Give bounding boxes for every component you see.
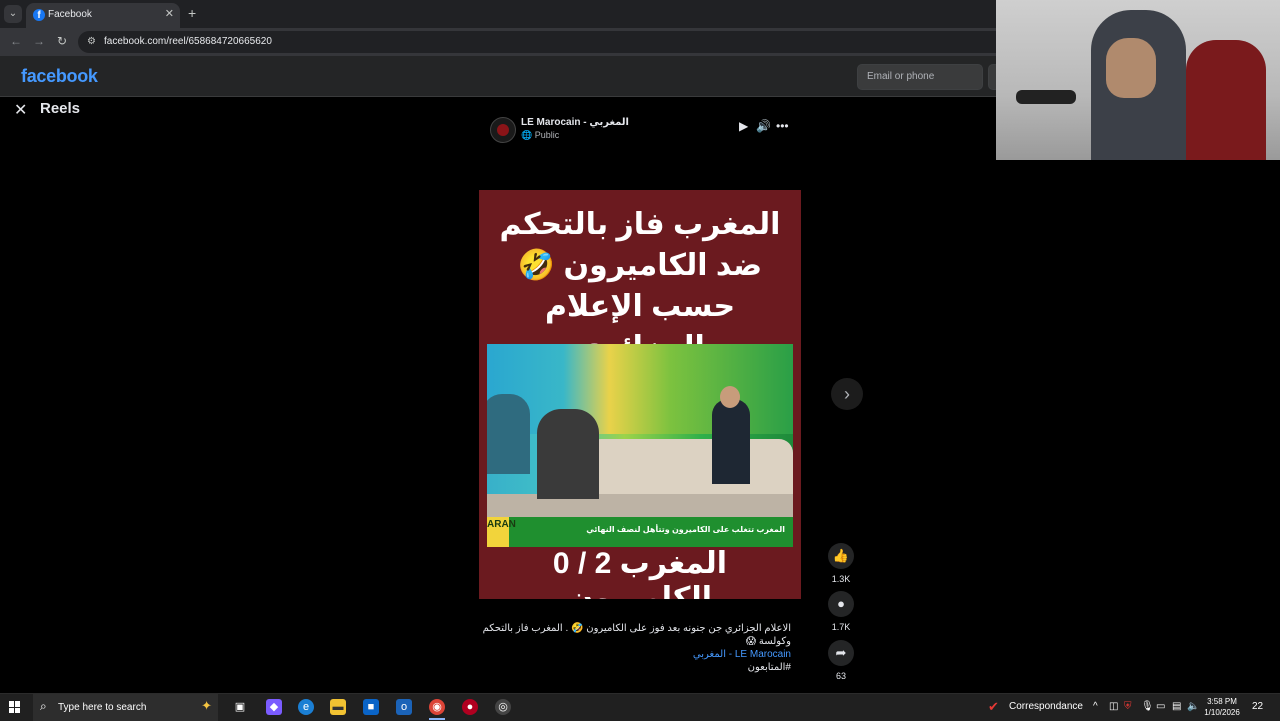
tab-title: Facebook [48, 9, 92, 20]
like-action[interactable]: 👍 1.3K [828, 543, 854, 584]
forward-icon[interactable]: → [33, 34, 45, 48]
weather-label[interactable]: Correspondance [1009, 701, 1083, 712]
show-hidden-icons-icon[interactable]: ^ [1093, 701, 1098, 712]
display-icon[interactable]: ▭ [1156, 701, 1165, 712]
notification-count: 22 [1252, 701, 1264, 712]
presenter-head [720, 386, 740, 408]
back-icon[interactable]: ← [10, 34, 22, 48]
page-title: Reels [40, 100, 81, 117]
taskbar-search[interactable]: ⌕ Type here to search ✦ [33, 694, 218, 721]
studio-floor [487, 494, 793, 517]
comment-action[interactable]: ● 1.7K [828, 591, 854, 632]
reel-video[interactable]: المغرب فاز بالتحكم ضد الكاميرون 🤣 حسب ال… [479, 190, 801, 599]
tab-search-chevron-icon[interactable]: ⌄ [4, 5, 22, 23]
caption-author-link[interactable]: LE Marocain - المغربي [460, 648, 791, 661]
site-info-icon[interactable]: ⚙ [87, 36, 96, 47]
notification-icon[interactable]: 22 [1252, 701, 1263, 712]
url-text[interactable]: facebook.com/reel/658684720665620 [104, 36, 272, 47]
share-action[interactable]: ➦ 63 [828, 640, 854, 681]
file-explorer-icon[interactable]: ▬ [330, 699, 346, 715]
tab-facebook[interactable]: f Facebook ✕ [26, 3, 180, 28]
windows-taskbar: ⌕ Type here to search ✦ ▣ ◆ e ▬ ■ o ◉ ● … [0, 693, 1280, 721]
clock-date: 1/10/2026 [1204, 708, 1240, 717]
microphone-icon[interactable]: 🎙 [1141, 701, 1154, 712]
channel-logo: ARAN [487, 517, 516, 547]
clock-time: 3:58 PM [1207, 697, 1237, 706]
start-windows-icon[interactable] [9, 701, 21, 713]
outlook-icon[interactable]: o [396, 699, 412, 715]
news-ticker: ARAN المغرب تتغلب على الكاميرون وتتأهل ل… [487, 517, 793, 547]
comment-icon[interactable]: ● [828, 591, 854, 617]
guest-1 [487, 394, 530, 474]
reload-icon[interactable]: ↻ [57, 34, 67, 48]
webcam-overlay [996, 0, 1280, 160]
more-options-icon[interactable]: ••• [776, 119, 789, 133]
next-reel-button[interactable]: › [831, 378, 863, 410]
edge-icon[interactable]: e [298, 699, 314, 715]
search-placeholder: Type here to search [58, 702, 147, 713]
visibility-row: 🌐 Public [521, 130, 559, 141]
email-field[interactable]: Email or phone [857, 64, 983, 90]
copilot-icon[interactable]: ◆ [266, 699, 282, 715]
play-icon[interactable]: ▶ [739, 119, 748, 133]
search-icon: ⌕ [40, 699, 47, 713]
ticker-text: المغرب تتغلب على الكاميرون وتتأهل لنصف ا… [586, 525, 785, 534]
microphone [1016, 90, 1076, 104]
person-face [1106, 38, 1156, 98]
like-count: 1.3K [831, 574, 851, 584]
caption-line-2: وكولسة 😱 [745, 636, 791, 647]
score-text: المغرب 2 / 0 الكاميرون [552, 547, 728, 599]
recorder-app-icon[interactable]: ● [462, 699, 478, 715]
share-count: 63 [835, 671, 846, 681]
copilot-sparkle-icon[interactable]: ✦ [201, 698, 212, 714]
security-icon[interactable]: ⛨ [1124, 701, 1132, 712]
chrome-icon[interactable]: ◉ [429, 699, 445, 715]
microsoft-store-icon[interactable]: ■ [363, 699, 379, 715]
caption-line-1: الاعلام الجزائري جن جنونه بعد فوز على ال… [482, 623, 791, 634]
share-icon[interactable]: ➦ [828, 640, 854, 666]
network-icon[interactable]: ▤ [1172, 701, 1181, 712]
comment-count: 1.7K [831, 622, 851, 632]
headline-line-1: المغرب فاز بالتحكم [499, 208, 781, 241]
obs-icon[interactable]: ◎ [495, 699, 511, 715]
caption-hashtag[interactable]: #المتابعون [460, 661, 791, 674]
reel-caption: الاعلام الجزائري جن جنونه بعد فوز على ال… [460, 622, 791, 674]
headline-line-2: ضد الكاميرون 🤣 [517, 249, 763, 282]
volume-icon[interactable]: 🔊 [756, 119, 771, 133]
visibility-label: Public [534, 130, 560, 140]
facebook-favicon-icon: f [33, 9, 45, 21]
tab-close-icon[interactable]: ✕ [165, 7, 174, 20]
tray-app-icon[interactable]: ◫ [1109, 701, 1118, 712]
task-view-icon[interactable]: ▣ [232, 699, 248, 715]
presenter [712, 399, 750, 484]
new-tab-button[interactable]: + [188, 5, 196, 21]
email-placeholder: Email or phone [867, 71, 935, 82]
like-icon[interactable]: 👍 [828, 543, 854, 569]
author-avatar[interactable] [490, 117, 516, 143]
close-icon[interactable]: ✕ [14, 100, 27, 120]
studio-couch [587, 439, 793, 499]
system-clock[interactable]: 3:58 PM 1/10/2026 [1202, 696, 1242, 718]
video-studio-frame: ARAN المغرب تتغلب على الكاميرون وتتأهل ل… [487, 344, 793, 547]
author-name[interactable]: LE Marocain - المغربي [521, 117, 629, 128]
volume-tray-icon[interactable]: 🔈 [1187, 701, 1199, 712]
gaming-chair [1186, 40, 1266, 160]
globe-icon: 🌐 [521, 130, 533, 140]
app-logo-icon[interactable]: ✔ [988, 699, 999, 715]
guest-2 [537, 409, 599, 499]
facebook-logo[interactable]: facebook [21, 66, 98, 87]
